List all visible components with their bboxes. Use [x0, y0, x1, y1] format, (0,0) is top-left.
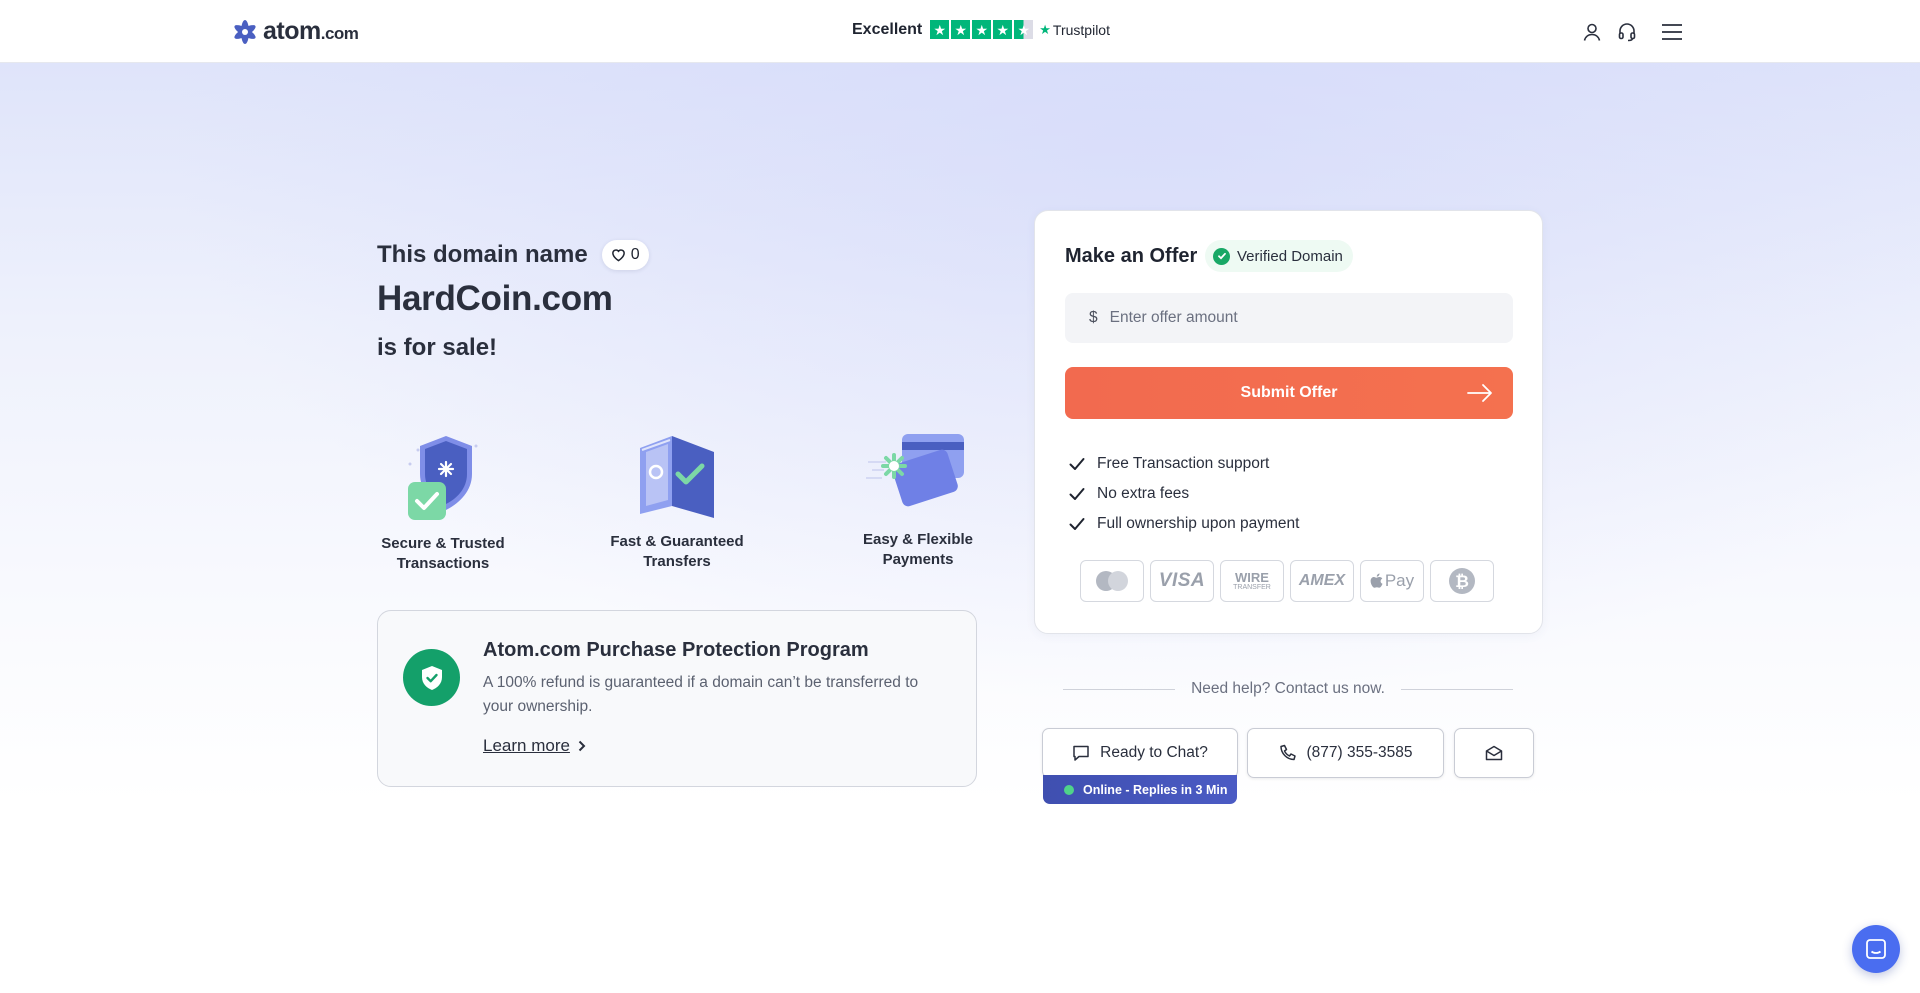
trustpilot-rating[interactable]: Excellent ★ ★ ★ ★ ★ ★ Trustpilot — [852, 20, 1110, 39]
help-text: Need help? Contact us now. — [1191, 680, 1385, 697]
help-divider: Need help? Contact us now. — [1063, 680, 1514, 698]
rating-stars: ★ ★ ★ ★ ★ — [930, 20, 1034, 39]
like-button[interactable]: 0 — [601, 240, 649, 270]
domain-name: HardCoin.com — [377, 279, 613, 318]
wire-transfer-icon: WIRE TRANSFER — [1220, 560, 1284, 602]
trustpilot-star-icon: ★ — [1039, 21, 1051, 37]
check-icon — [1069, 518, 1085, 530]
phone-button[interactable]: (877) 355-3585 — [1247, 728, 1444, 778]
verified-domain-badge: Verified Domain — [1205, 240, 1353, 272]
top-navigation-bar: atom.com Excellent ★ ★ ★ ★ ★ ★ Trustpilot — [0, 0, 1920, 63]
mail-open-icon — [1485, 745, 1503, 761]
arrow-right-icon — [1467, 384, 1492, 402]
apple-pay-icon: Pay — [1360, 560, 1424, 602]
domain-intro: This domain name 0 — [377, 240, 649, 270]
learn-more-link[interactable]: Learn more — [483, 736, 586, 756]
online-dot-icon — [1064, 784, 1074, 795]
online-status-bar: Online - Replies in 3 Min — [1043, 775, 1237, 804]
purchase-protection-box: Atom.com Purchase Protection Program A 1… — [377, 610, 977, 787]
shield-check-icon — [408, 436, 478, 520]
amex-icon: AMEX — [1290, 560, 1354, 602]
benefit-item: No extra fees — [1069, 479, 1299, 509]
transfer-icon — [640, 436, 714, 518]
svg-text:₿: ₿ — [1455, 572, 1469, 592]
star-icon: ★ — [972, 20, 992, 39]
mastercard-icon — [1080, 560, 1144, 602]
chat-widget-button[interactable] — [1852, 925, 1900, 973]
logo-text: atom.com — [263, 17, 359, 45]
bitcoin-icon: ₿ — [1430, 560, 1494, 602]
currency-symbol: $ — [1089, 309, 1098, 326]
feature-label: Fast & Guaranteed Transfers — [610, 533, 744, 570]
cards-icon — [866, 434, 964, 507]
like-count: 0 — [630, 246, 640, 263]
feature-label: Secure & Trusted Transactions — [381, 535, 505, 572]
rating-word: Excellent — [852, 20, 923, 38]
headset-icon[interactable] — [1615, 20, 1639, 44]
check-icon — [1069, 458, 1085, 470]
intro-text: This domain name — [377, 241, 588, 268]
chevron-right-icon — [578, 740, 586, 752]
atom-logo[interactable]: atom.com — [231, 17, 359, 46]
star-icon: ★ — [951, 20, 971, 39]
chat-button[interactable]: Ready to Chat? — [1042, 728, 1238, 778]
offer-title: Make an Offer — [1065, 245, 1198, 267]
offer-amount-field[interactable]: $ — [1065, 293, 1513, 343]
user-icon[interactable] — [1580, 20, 1604, 44]
verified-check-icon — [1213, 247, 1230, 265]
make-offer-card: Make an Offer Verified Domain $ Submit O… — [1034, 210, 1543, 634]
feature-fast: Fast & Guaranteed Transfers — [597, 428, 757, 572]
visa-icon: VISA — [1150, 560, 1214, 602]
submit-offer-button[interactable]: Submit Offer — [1065, 367, 1513, 419]
feature-label: Easy & Flexible Payments — [862, 531, 974, 568]
benefit-item: Free Transaction support — [1069, 449, 1299, 479]
menu-icon[interactable] — [1660, 20, 1684, 44]
chat-widget-icon — [1866, 939, 1886, 959]
protection-shield-icon — [403, 649, 460, 706]
protection-description: A 100% refund is guaranteed if a domain … — [483, 674, 919, 715]
check-icon — [1069, 488, 1085, 500]
half-star-icon: ★ — [1014, 20, 1034, 39]
email-button[interactable] — [1454, 728, 1534, 778]
for-sale-text: is for sale! — [377, 334, 498, 361]
offer-benefits-list: Free Transaction support No extra fees F… — [1069, 449, 1299, 539]
heart-icon — [611, 249, 625, 262]
benefit-item: Full ownership upon payment — [1069, 509, 1299, 539]
feature-secure: Secure & Trusted Transactions — [363, 430, 523, 574]
offer-amount-input[interactable] — [1109, 309, 1470, 327]
payment-methods: VISA WIRE TRANSFER AMEX Pay ₿ — [1080, 560, 1494, 602]
star-icon: ★ — [993, 20, 1013, 39]
chat-bubble-icon — [1073, 745, 1089, 761]
protection-title: Atom.com Purchase Protection Program — [483, 639, 869, 661]
star-icon: ★ — [930, 20, 950, 39]
feature-payments: Easy & Flexible Payments — [838, 426, 998, 570]
atom-logo-icon — [234, 19, 256, 44]
trustpilot-brand: ★ Trustpilot — [1039, 21, 1110, 38]
phone-icon — [1279, 744, 1296, 761]
